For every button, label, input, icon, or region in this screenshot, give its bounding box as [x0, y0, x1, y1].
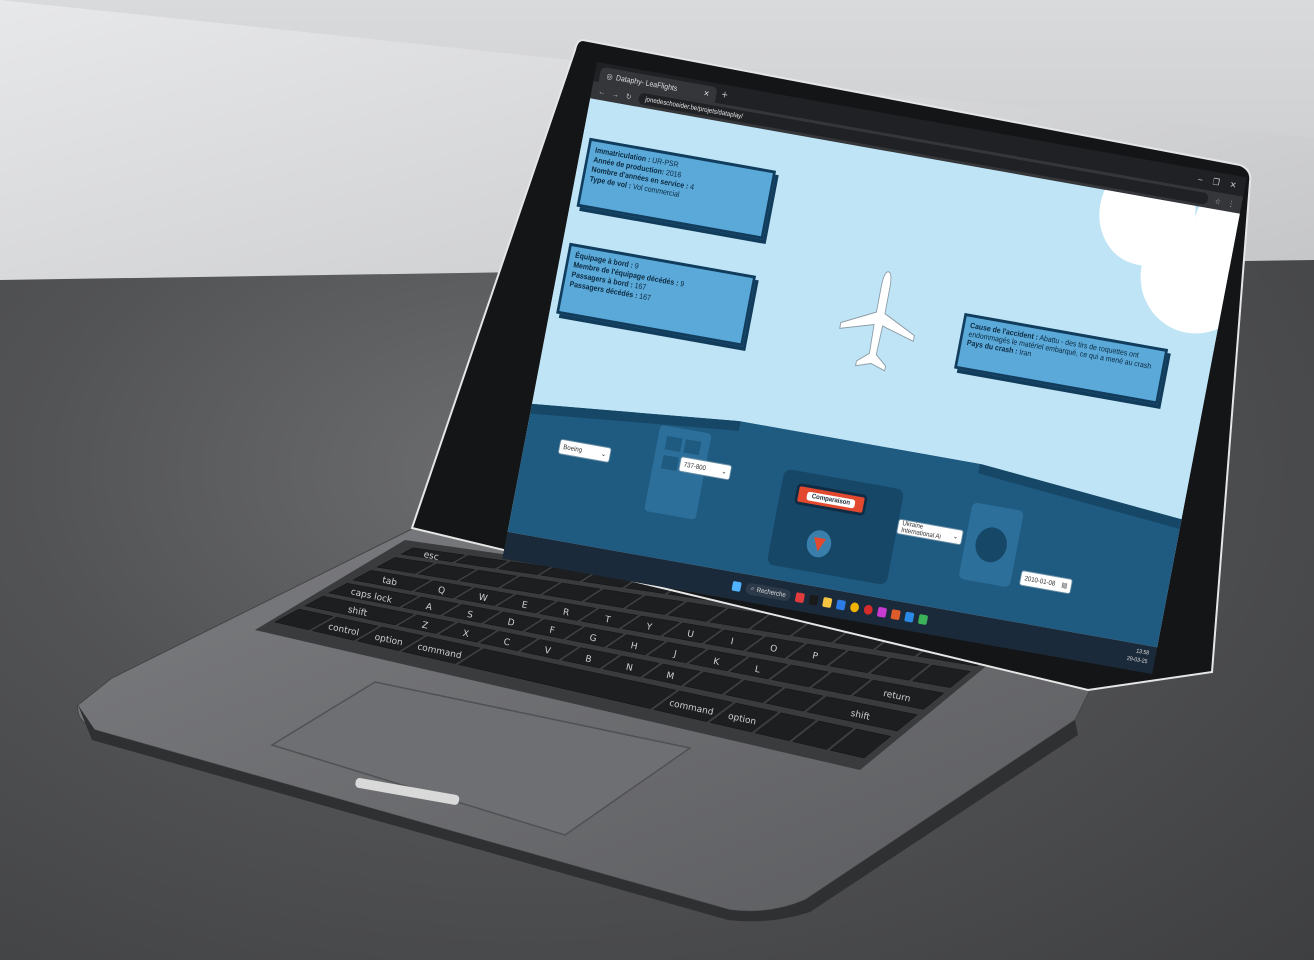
folder-icon[interactable] [822, 597, 833, 609]
app-icon[interactable] [890, 609, 902, 621]
forward-icon[interactable]: → [611, 89, 619, 99]
app-icon[interactable] [836, 599, 847, 611]
calendar-icon: ▤ [1060, 582, 1068, 590]
globe-icon: ◎ [605, 71, 614, 81]
app-icon[interactable] [795, 592, 806, 604]
keyboard-key-label: tab [381, 576, 398, 589]
close-icon[interactable]: ✕ [703, 89, 710, 99]
back-icon[interactable]: ← [598, 87, 606, 97]
airplane-icon [839, 271, 915, 372]
maximize-icon[interactable]: ❐ [1212, 176, 1221, 188]
chevron-down-icon: ⌄ [952, 533, 959, 541]
chevron-down-icon: ⌄ [600, 450, 607, 459]
app-icon[interactable] [808, 594, 820, 606]
app-icon[interactable] [877, 606, 888, 618]
taskbar-search[interactable]: ⌕ Recherche [744, 582, 792, 602]
chevron-down-icon: ⌄ [720, 468, 728, 476]
keyboard-key-label: esc [423, 550, 440, 563]
star-icon[interactable]: ☆ [1214, 196, 1222, 206]
taskbar-clock: 13:58 29-03-25 [1126, 648, 1150, 666]
app-icon[interactable] [918, 614, 929, 626]
chrome-icon[interactable] [849, 601, 861, 613]
vscode-icon[interactable] [904, 611, 915, 623]
people-info-panel: Équipage à bord : 9 Membre de l'équipage… [556, 242, 757, 347]
close-window-icon[interactable]: ✕ [1229, 179, 1237, 191]
menu-icon[interactable]: ⋮ [1227, 198, 1235, 208]
windows-start-icon[interactable] [731, 580, 742, 592]
aircraft-info-panel: Immatriculation : UR-PSR Année de produc… [576, 137, 777, 240]
minimize-icon[interactable]: – [1197, 174, 1203, 185]
keyboard-key [455, 555, 508, 569]
cause-info-panel: Cause de l'accident : Abattu - des tirs … [954, 312, 1169, 405]
reload-icon[interactable]: ↻ [625, 91, 632, 101]
opera-icon[interactable] [863, 604, 874, 616]
new-tab-icon[interactable]: + [720, 87, 729, 101]
